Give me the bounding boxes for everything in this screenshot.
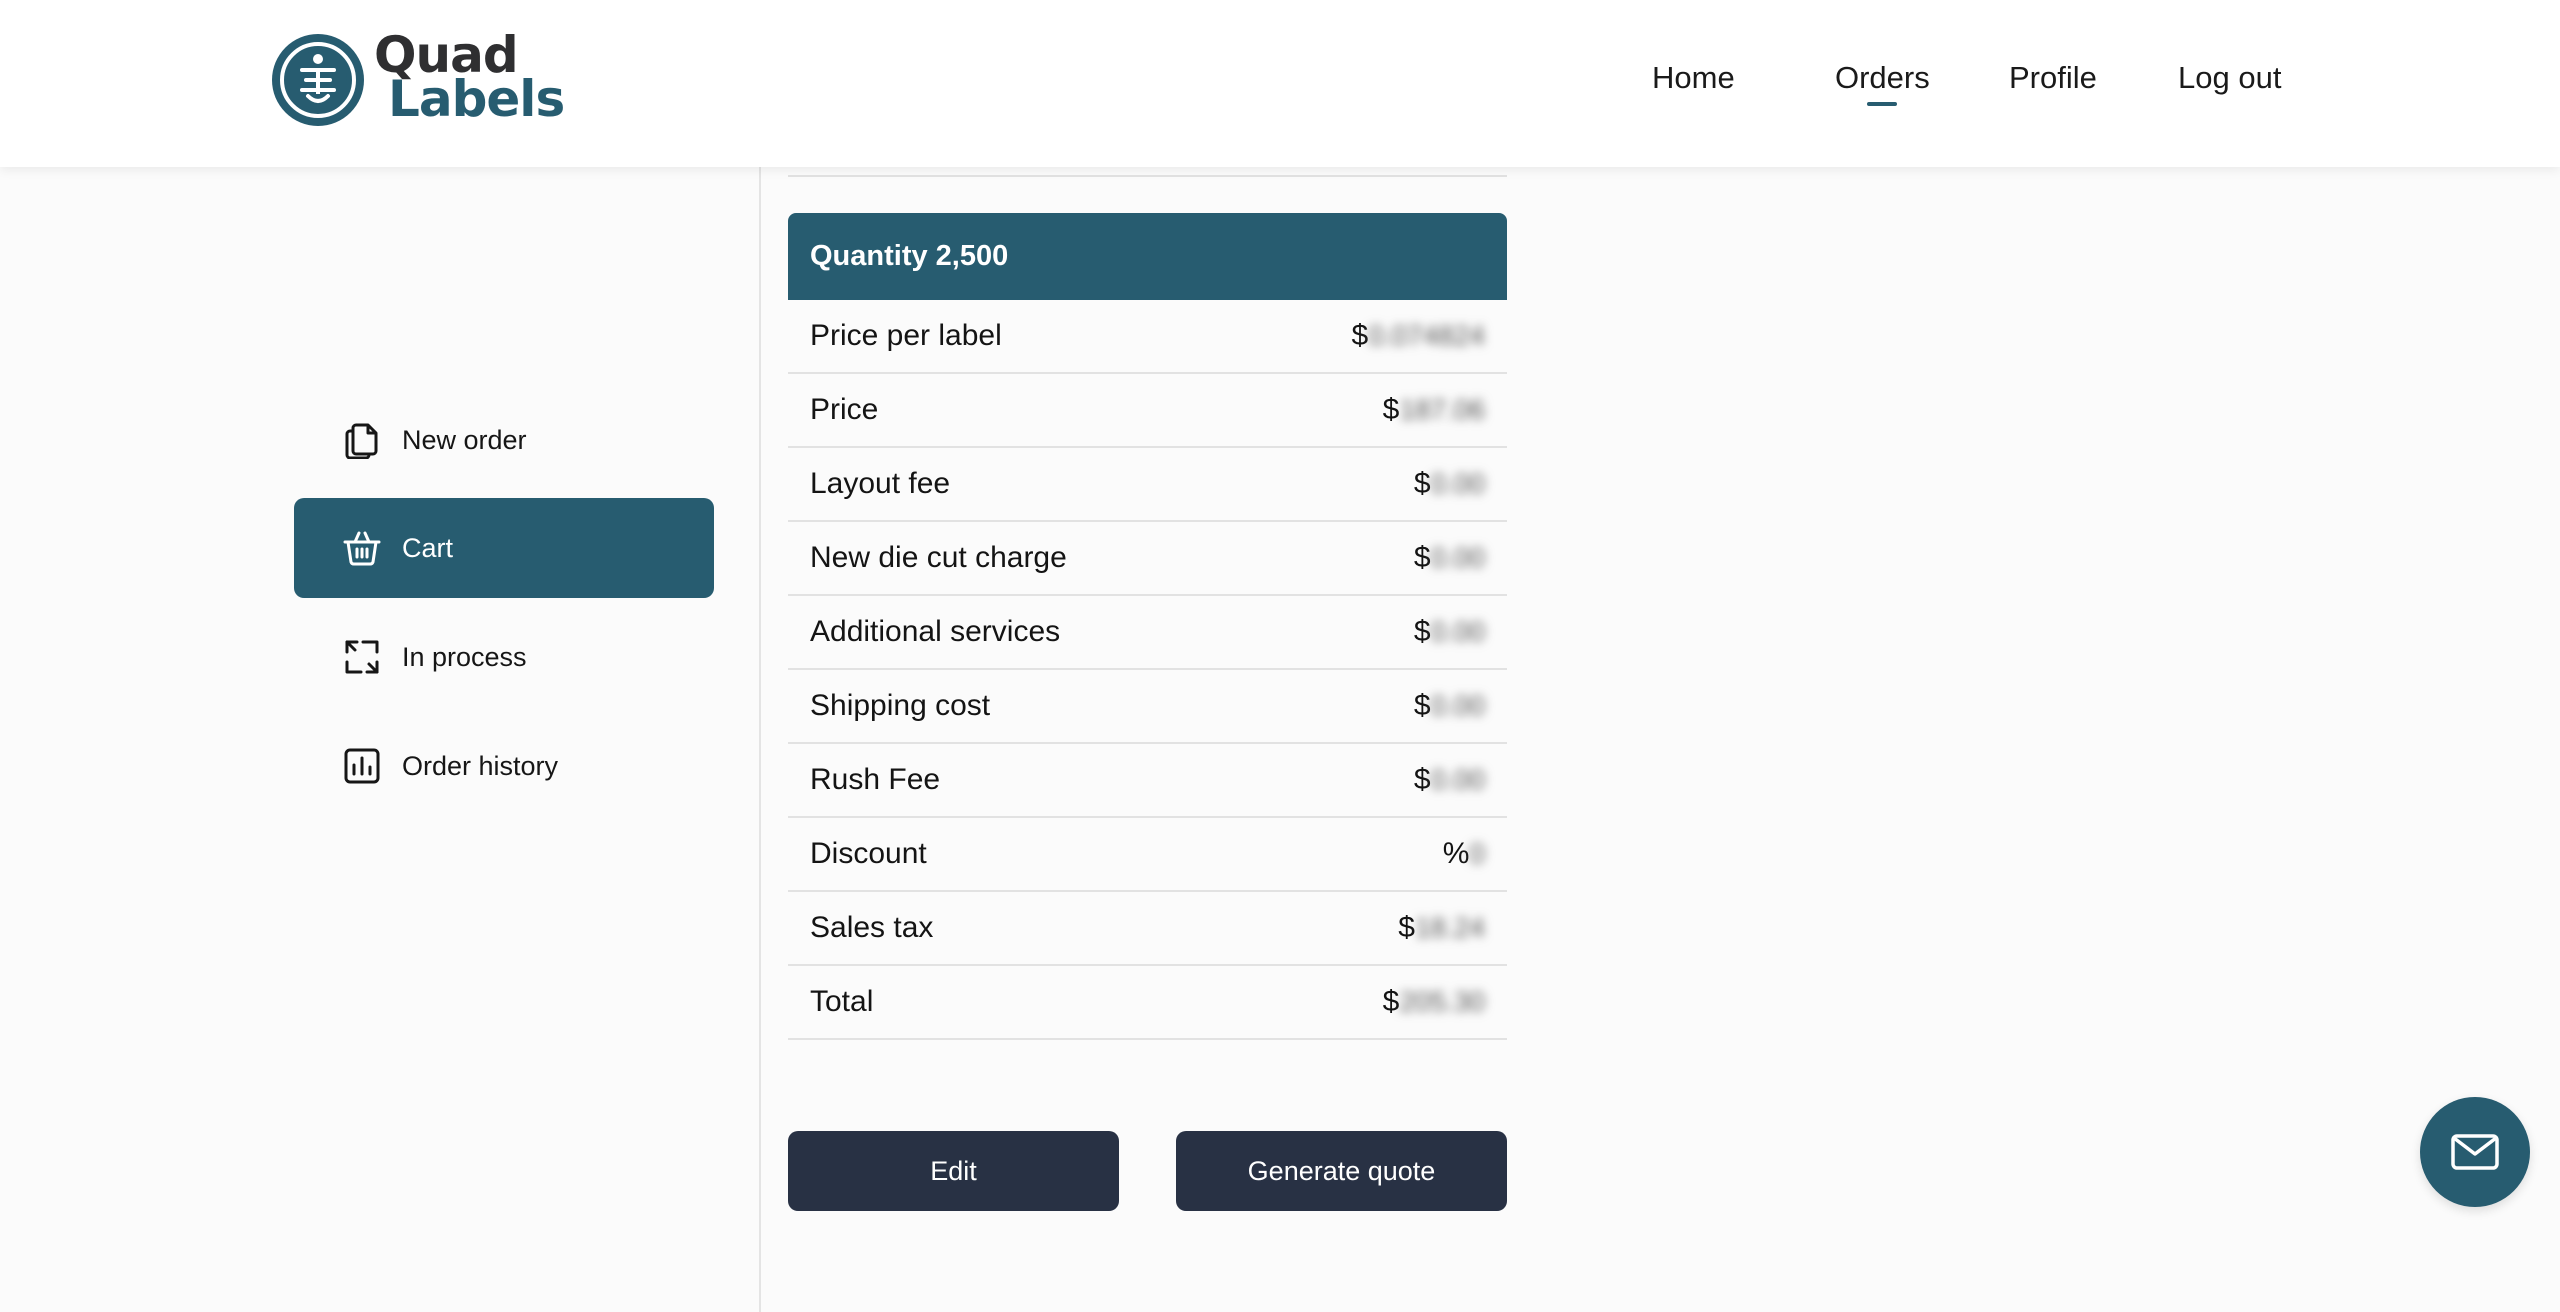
pricing-table: Quantity 2,500 Price per label $0.074824 P… bbox=[788, 213, 1507, 1040]
quad-labels-logo[interactable]: Quad Labels bbox=[270, 30, 565, 130]
sidebar-item-in-process[interactable]: In process bbox=[294, 607, 714, 707]
edit-button[interactable]: Edit bbox=[788, 1131, 1119, 1211]
nav-orders-label: Orders bbox=[1835, 60, 1930, 95]
sidebar-item-order-history[interactable]: Order history bbox=[294, 716, 714, 816]
sidebar-item-label: Order history bbox=[402, 750, 559, 781]
currency-symbol: $ bbox=[1398, 911, 1415, 944]
sidebar-divider bbox=[759, 167, 761, 1312]
blurred-amount: 0.00 bbox=[1430, 690, 1486, 721]
pricing-row-label: Price bbox=[810, 393, 879, 426]
nav-home[interactable]: Home bbox=[1652, 60, 1735, 96]
pricing-header: Quantity 2,500 bbox=[788, 213, 1507, 300]
pricing-row-value: $0.074824 bbox=[1352, 319, 1485, 353]
active-nav-indicator bbox=[1867, 102, 1898, 106]
pricing-row: Sales tax $18.24 bbox=[788, 892, 1507, 966]
generate-quote-button[interactable]: Generate quote bbox=[1176, 1131, 1507, 1211]
currency-symbol: $ bbox=[1413, 689, 1431, 722]
blurred-amount: 0.00 bbox=[1430, 764, 1486, 795]
currency-symbol: $ bbox=[1382, 985, 1400, 1018]
nav-profile[interactable]: Profile bbox=[2009, 60, 2097, 96]
pricing-row: Additional services $0.00 bbox=[788, 596, 1507, 670]
contact-mail-button[interactable] bbox=[2420, 1097, 2530, 1207]
pricing-row-label: Sales tax bbox=[810, 911, 934, 944]
pricing-row: New die cut charge $0.00 bbox=[788, 522, 1507, 596]
sidebar-item-label: In process bbox=[402, 641, 527, 672]
currency-symbol: $ bbox=[1351, 319, 1369, 352]
logo-emblem-icon bbox=[272, 34, 364, 126]
blurred-amount: 0.00 bbox=[1430, 542, 1486, 573]
blurred-amount: 0 bbox=[1469, 838, 1485, 869]
logo-text-labels: Labels bbox=[388, 70, 565, 128]
pricing-row-label: Rush Fee bbox=[810, 763, 941, 796]
basket-icon bbox=[342, 528, 382, 568]
blurred-amount: 0.074824 bbox=[1368, 320, 1485, 351]
currency-symbol: $ bbox=[1413, 467, 1431, 500]
sidebar-item-cart[interactable]: Cart bbox=[294, 498, 714, 598]
sidebar-item-new-order[interactable]: New order bbox=[294, 390, 714, 490]
pricing-row: Price per label $0.074824 bbox=[788, 300, 1507, 374]
sidebar-item-label: Cart bbox=[402, 532, 454, 563]
section-divider bbox=[788, 175, 1507, 177]
pricing-row: Discount% 0 bbox=[788, 818, 1507, 892]
blurred-amount: 0.00 bbox=[1430, 616, 1486, 647]
pricing-row-value: $0.00 bbox=[1414, 615, 1485, 649]
pricing-row: Shipping cost $0.00 bbox=[788, 670, 1507, 744]
blurred-amount: 187.06 bbox=[1399, 394, 1485, 425]
currency-symbol: $ bbox=[1413, 763, 1431, 796]
bar-chart-icon bbox=[342, 746, 382, 786]
blurred-amount: 18.24 bbox=[1414, 912, 1485, 943]
pricing-row-value: $0.00 bbox=[1414, 467, 1485, 501]
quantity-title: Quantity 2,500 bbox=[810, 240, 1009, 272]
pricing-row: Rush Fee $0.00 bbox=[788, 744, 1507, 818]
currency-symbol: % bbox=[1442, 837, 1470, 870]
pricing-row-label: New die cut charge bbox=[810, 541, 1067, 574]
pricing-row: Total $205.30 bbox=[788, 966, 1507, 1040]
currency-symbol: $ bbox=[1413, 615, 1431, 648]
currency-symbol: $ bbox=[1382, 393, 1400, 426]
pricing-row-value: % 0 bbox=[1443, 837, 1485, 871]
pricing-row-value: $18.24 bbox=[1398, 911, 1485, 945]
pricing-row-label: Additional services bbox=[810, 615, 1061, 648]
pricing-row-value: $187.06 bbox=[1383, 393, 1485, 427]
top-header: Quad Labels Home Orders Profile Log out bbox=[0, 0, 2560, 167]
pricing-row: Price $187.06 bbox=[788, 374, 1507, 448]
pricing-row-value: $0.00 bbox=[1414, 541, 1485, 575]
mail-icon bbox=[2451, 1134, 2499, 1170]
nav-orders[interactable]: Orders bbox=[1835, 60, 1930, 106]
nav-logout[interactable]: Log out bbox=[2178, 60, 2281, 96]
pricing-row: Layout fee $0.00 bbox=[788, 448, 1507, 522]
sidebar-item-label: New order bbox=[402, 424, 527, 455]
blurred-amount: 0.00 bbox=[1430, 468, 1486, 499]
pricing-row-value: $0.00 bbox=[1414, 689, 1485, 723]
pricing-row-value: $0.00 bbox=[1414, 763, 1485, 797]
pricing-row-label: Shipping cost bbox=[810, 689, 991, 722]
refresh-arrows-icon bbox=[342, 637, 382, 677]
pricing-row-label: Total bbox=[810, 985, 874, 1018]
pricing-row-label: Discount bbox=[810, 837, 927, 870]
pricing-row-label: Price per label bbox=[810, 319, 1002, 352]
pricing-row-label: Layout fee bbox=[810, 467, 951, 500]
document-copy-icon bbox=[342, 420, 382, 460]
pricing-row-value: $205.30 bbox=[1383, 985, 1485, 1019]
currency-symbol: $ bbox=[1413, 541, 1431, 574]
blurred-amount: 205.30 bbox=[1399, 986, 1485, 1017]
